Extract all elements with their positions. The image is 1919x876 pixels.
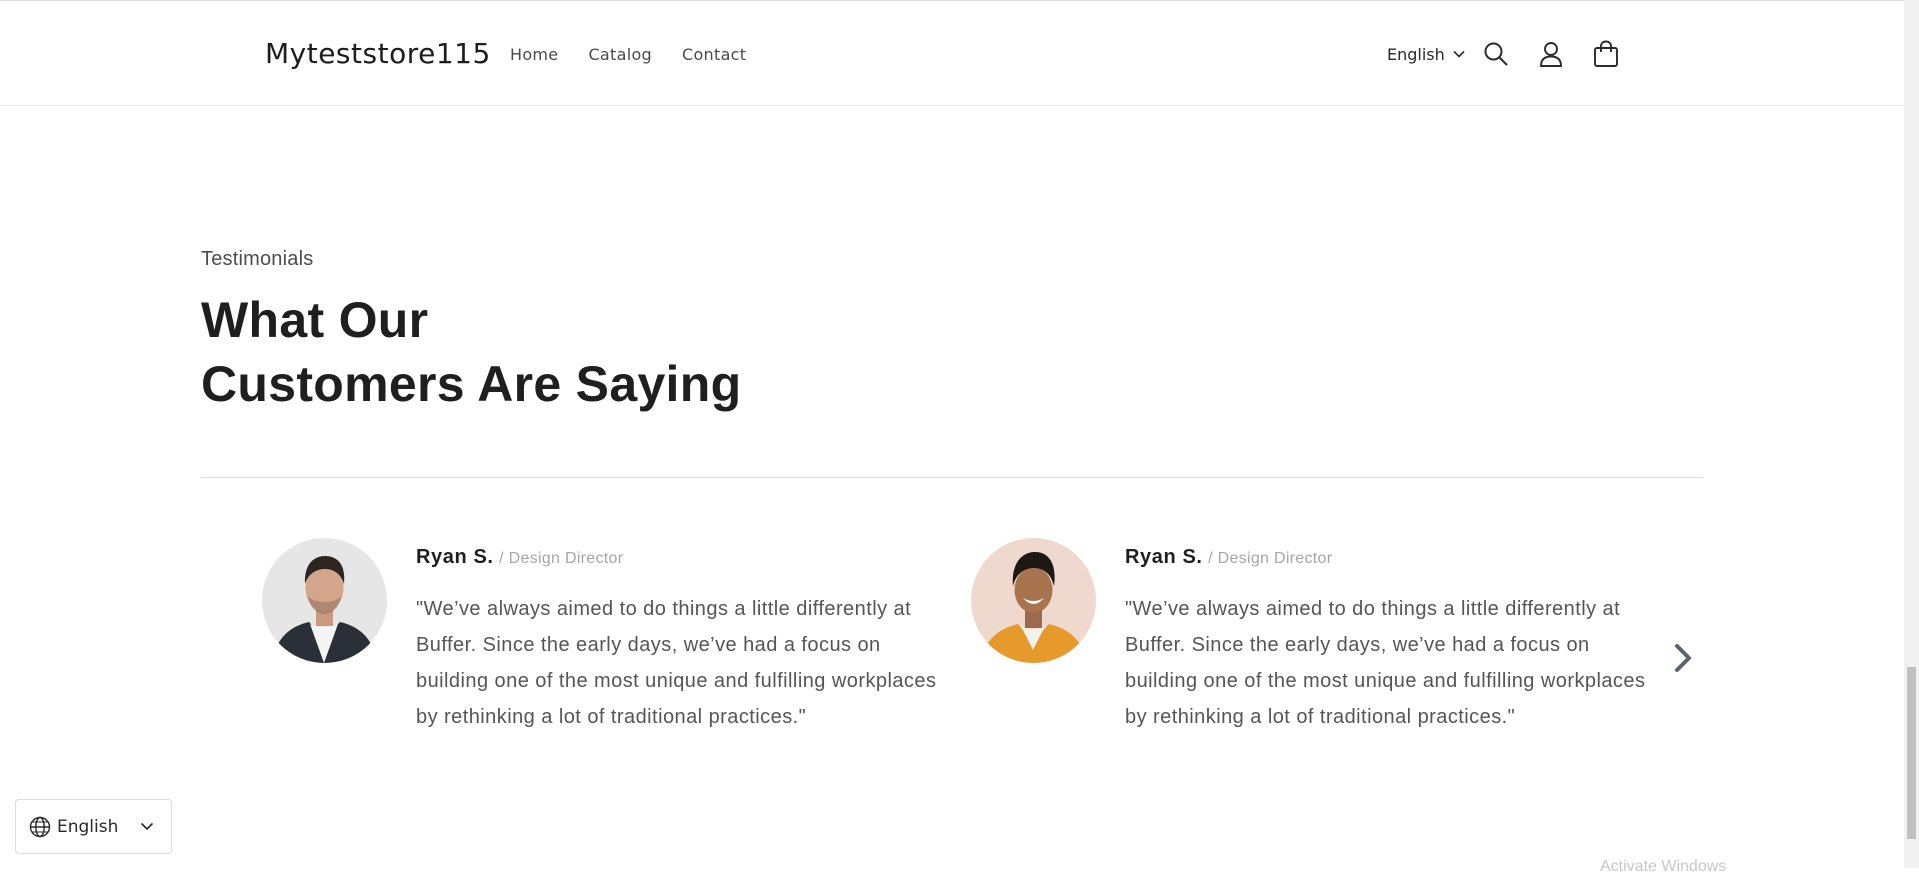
store-logo[interactable]: Myteststore115 bbox=[265, 37, 491, 70]
testimonial-body: Ryan S. / Design Director "We’ve always … bbox=[416, 544, 956, 735]
search-button[interactable] bbox=[1479, 37, 1513, 71]
floating-language-selector[interactable]: English bbox=[15, 799, 172, 854]
author-name: Ryan S. bbox=[416, 546, 494, 568]
avatar bbox=[971, 538, 1096, 663]
testimonial-author: Ryan S. / Design Director bbox=[1125, 544, 1665, 572]
testimonial-body: Ryan S. / Design Director "We’ve always … bbox=[1125, 544, 1665, 735]
chevron-right-icon bbox=[1674, 643, 1692, 673]
account-icon bbox=[1539, 41, 1563, 67]
header-actions: English bbox=[1387, 37, 1623, 71]
section-title-line-1: What Our bbox=[201, 292, 429, 348]
carousel-next-button[interactable] bbox=[1666, 641, 1700, 675]
account-button[interactable] bbox=[1534, 37, 1568, 71]
nav-item-catalog[interactable]: Catalog bbox=[588, 45, 652, 64]
section-eyebrow: Testimonials bbox=[201, 248, 314, 270]
section-title-line-2: Customers Are Saying bbox=[201, 356, 742, 412]
site-header: Myteststore115 Home Catalog Contact Engl… bbox=[0, 0, 1904, 106]
section-divider bbox=[201, 477, 1703, 478]
avatar bbox=[262, 538, 387, 663]
testimonial-quote: "We’ve always aimed to do things a littl… bbox=[416, 598, 937, 728]
page-scrollbar[interactable] bbox=[1904, 0, 1919, 868]
chevron-down-icon bbox=[1453, 50, 1465, 58]
language-selector[interactable]: English bbox=[1387, 45, 1465, 64]
language-label: English bbox=[1387, 44, 1445, 64]
testimonial-quote: "We’ve always aimed to do things a littl… bbox=[1125, 598, 1646, 728]
cart-button[interactable] bbox=[1589, 37, 1623, 71]
nav-item-home[interactable]: Home bbox=[510, 45, 558, 64]
globe-icon bbox=[29, 816, 51, 838]
main-nav: Home Catalog Contact bbox=[510, 45, 746, 64]
author-role: / Design Director bbox=[1208, 550, 1333, 567]
cart-icon bbox=[1593, 40, 1619, 68]
section-title: What Our Customers Are Saying bbox=[201, 288, 741, 416]
chevron-down-icon bbox=[140, 822, 154, 831]
nav-item-contact[interactable]: Contact bbox=[682, 45, 746, 64]
floating-language-label: English bbox=[57, 816, 119, 837]
testimonial-author: Ryan S. / Design Director bbox=[416, 544, 956, 572]
os-watermark: Activate Windows bbox=[1600, 858, 1727, 875]
author-role: / Design Director bbox=[499, 550, 624, 567]
scrollbar-thumb[interactable] bbox=[1907, 667, 1916, 839]
search-icon bbox=[1483, 41, 1509, 67]
author-name: Ryan S. bbox=[1125, 546, 1203, 568]
